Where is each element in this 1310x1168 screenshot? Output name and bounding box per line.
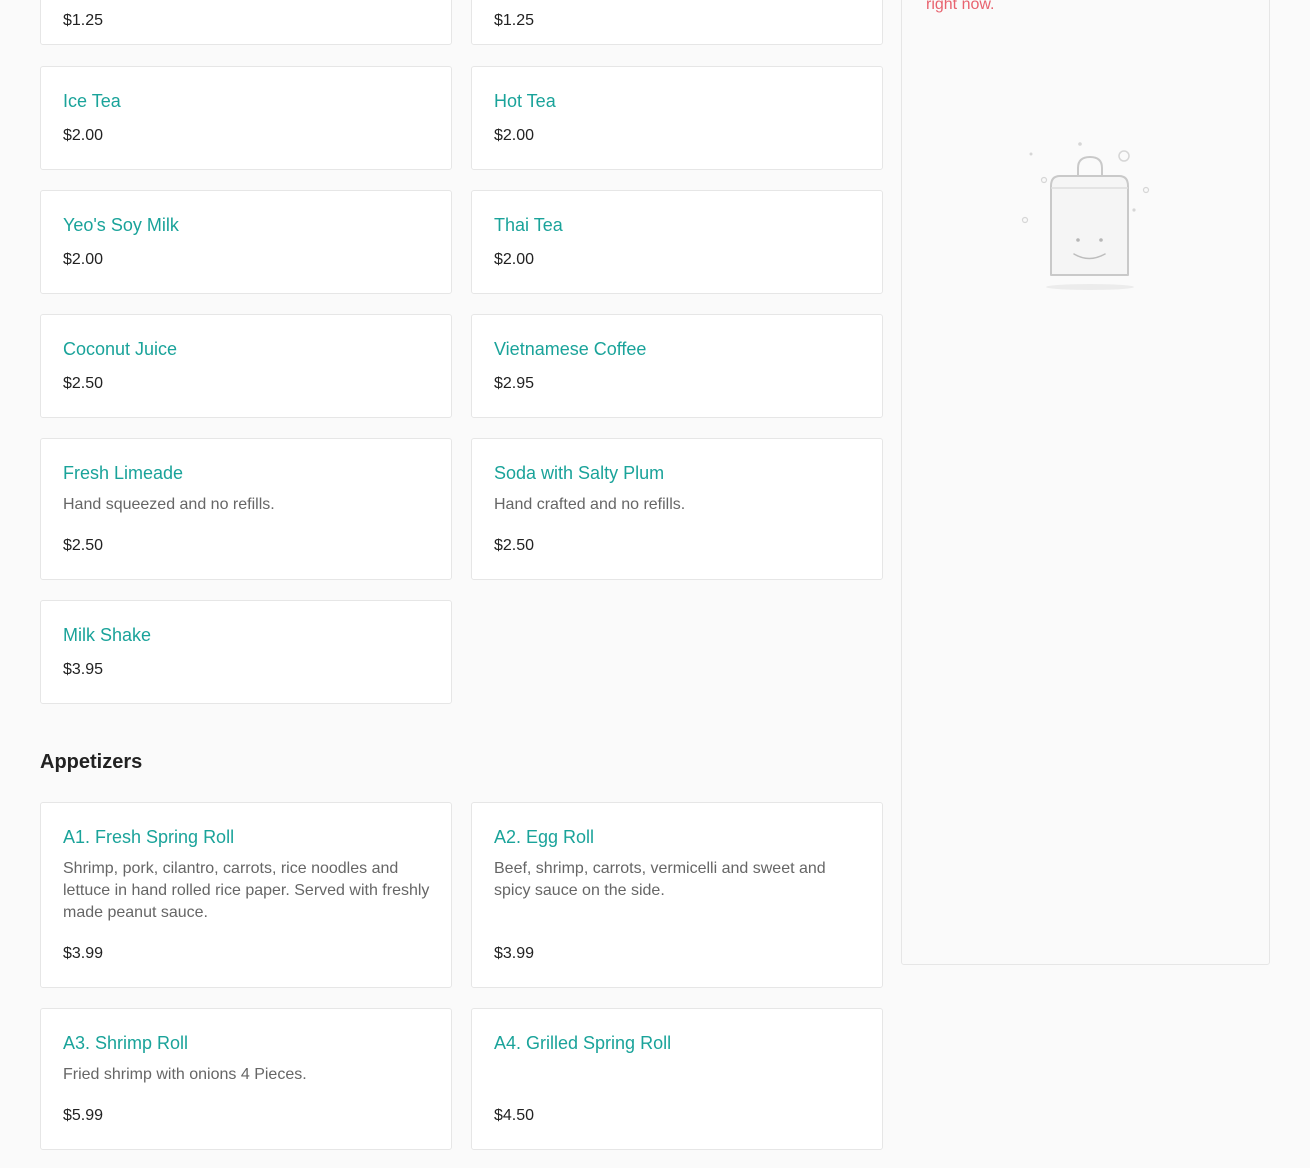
menu-item-card[interactable]: Ice Tea $2.00 xyxy=(40,66,452,170)
menu-item-card[interactable]: Milk Shake $3.95 xyxy=(40,600,452,704)
menu-item-price: $2.00 xyxy=(63,127,104,144)
menu-item-card[interactable]: Vietnamese Coffee $2.95 xyxy=(471,314,883,418)
menu-item-card[interactable]: A1. Fresh Spring Roll Shrimp, pork, cila… xyxy=(40,802,452,988)
menu-item-name: A4. Grilled Spring Roll xyxy=(494,1033,672,1053)
menu-item-price: $2.95 xyxy=(494,375,535,392)
menu-item-card[interactable]: Fresh Limeade Hand squeezed and no refil… xyxy=(40,438,452,580)
menu-item-card[interactable]: A4. Grilled Spring Roll $4.50 xyxy=(471,1008,883,1150)
menu-item-price: $2.00 xyxy=(63,251,104,268)
menu-item-price: $2.00 xyxy=(494,127,535,144)
menu-item-name: A3. Shrimp Roll xyxy=(63,1033,189,1053)
cart-empty-message: right now. xyxy=(926,0,995,13)
menu-item-price: $2.00 xyxy=(494,251,535,268)
menu-item-description: Fried shrimp with onions 4 Pieces. xyxy=(63,1066,307,1083)
menu-item-name: Fresh Limeade xyxy=(63,463,184,483)
menu-item-card[interactable]: Hot Tea $2.00 xyxy=(471,66,883,170)
menu-item-description: Shrimp, pork, cilantro, carrots, rice no… xyxy=(63,860,430,921)
menu-item-description: Hand crafted and no refills. xyxy=(494,496,686,513)
menu-item-price: $3.95 xyxy=(63,661,104,678)
menu-item-price: $4.50 xyxy=(494,1107,535,1124)
menu-item-name: Vietnamese Coffee xyxy=(494,339,647,359)
menu-item-price: $2.50 xyxy=(63,537,104,554)
menu-item-card[interactable]: Thai Tea $2.00 xyxy=(471,190,883,294)
menu-item-name: Coconut Juice xyxy=(63,339,178,359)
menu-item-card[interactable]: A2. Egg Roll Beef, shrimp, carrots, verm… xyxy=(471,802,883,988)
menu-page: $1.25 $1.25 Ice Tea $2.00 Hot Tea $2.00 … xyxy=(0,0,1310,1168)
menu-item-card[interactable]: $1.25 xyxy=(471,0,883,45)
menu-item-price: $3.99 xyxy=(63,945,104,962)
menu-item-price: $2.50 xyxy=(494,537,535,554)
menu-item-card[interactable]: $1.25 xyxy=(40,0,452,45)
menu-item-price: $1.25 xyxy=(63,12,104,29)
menu-item-price: $5.99 xyxy=(63,1107,104,1124)
menu-item-card[interactable]: A3. Shrimp Roll Fried shrimp with onions… xyxy=(40,1008,452,1150)
menu-item-name: A2. Egg Roll xyxy=(494,827,595,847)
menu-item-name: Ice Tea xyxy=(63,91,121,111)
menu-item-card[interactable]: Coconut Juice $2.50 xyxy=(40,314,452,418)
menu-item-name: Hot Tea xyxy=(494,91,556,111)
menu-item-name: A1. Fresh Spring Roll xyxy=(63,827,235,847)
menu-item-name: Milk Shake xyxy=(63,625,152,645)
menu-item-card[interactable]: Soda with Salty Plum Hand crafted and no… xyxy=(471,438,883,580)
menu-item-price: $2.50 xyxy=(63,375,104,392)
menu-item-card[interactable]: Yeo's Soy Milk $2.00 xyxy=(40,190,452,294)
menu-item-description: Beef, shrimp, carrots, vermicelli and sw… xyxy=(494,860,826,899)
menu-item-name: Thai Tea xyxy=(494,215,563,235)
menu-item-name: Yeo's Soy Milk xyxy=(63,215,179,235)
menu-item-price: $1.25 xyxy=(494,12,535,29)
menu-item-description: Hand squeezed and no refills. xyxy=(63,496,275,513)
shopping-bag-smile-icon xyxy=(1021,142,1150,290)
section-title-appetizers: Appetizers xyxy=(40,751,143,773)
menu-item-name: Soda with Salty Plum xyxy=(494,463,665,483)
menu-item-price: $3.99 xyxy=(494,945,535,962)
